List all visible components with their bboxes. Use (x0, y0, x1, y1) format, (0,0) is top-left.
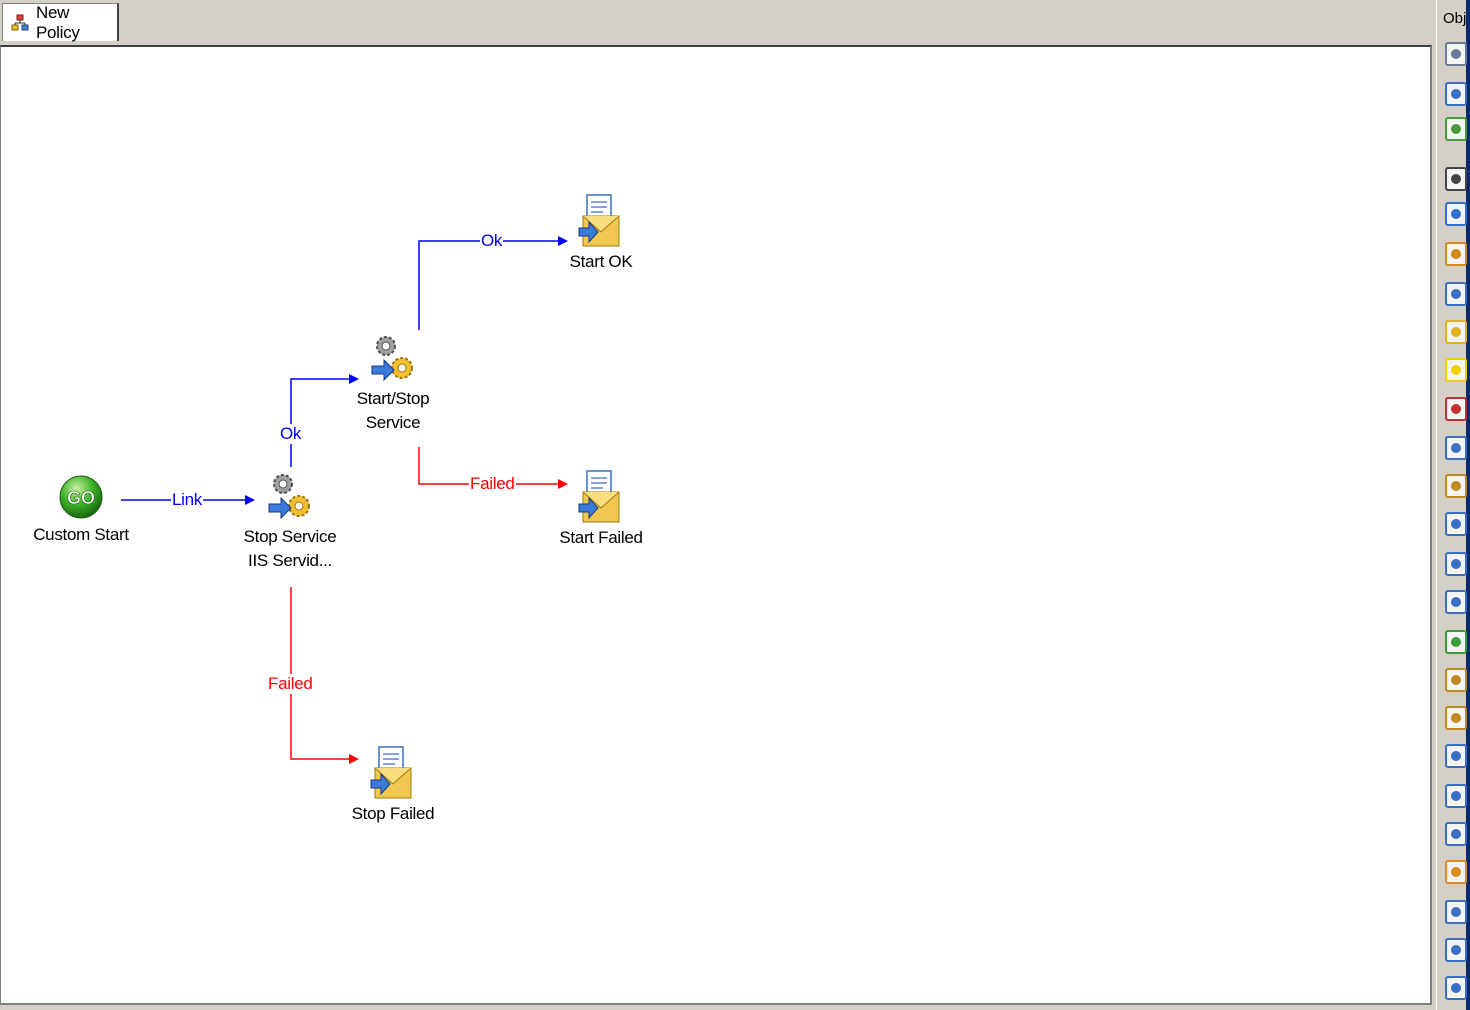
link-startstop-to-ok[interactable] (418, 236, 568, 330)
clipboard-clock-icon[interactable] (1444, 898, 1468, 926)
node-start-failed[interactable]: Start Failed (551, 468, 651, 550)
node-start-stop-service[interactable]: Start/Stop Service (338, 329, 448, 435)
service-gears-icon (268, 474, 310, 520)
book-icon[interactable] (1444, 510, 1468, 538)
clipboard-icon[interactable] (1444, 742, 1468, 770)
node-start-ok[interactable]: Start OK (551, 192, 651, 274)
document-search-icon[interactable] (1444, 434, 1468, 462)
link-label-ok: Ok (279, 424, 303, 444)
email-document-icon (578, 194, 620, 247)
briefcase-icon[interactable] (1444, 472, 1468, 500)
tab-new-policy[interactable]: New Policy (2, 2, 119, 42)
document-arrow-icon[interactable] (1444, 280, 1468, 308)
node-custom-start[interactable]: GO Custom Start (31, 467, 131, 547)
tools-icon[interactable] (1444, 40, 1468, 68)
link-label-failed: Failed (469, 474, 516, 494)
gear-icon[interactable] (1444, 974, 1468, 1002)
warning-icon[interactable] (1444, 356, 1468, 384)
node-stop-service[interactable]: Stop Service IIS Servid... (235, 467, 345, 573)
clipboard-tag-icon[interactable] (1444, 858, 1468, 886)
email-delete-icon[interactable] (1444, 80, 1468, 108)
node-label: Custom Start (33, 525, 129, 544)
node-label: Start OK (569, 252, 633, 271)
node-stop-failed[interactable]: Stop Failed (343, 744, 443, 826)
toolbox-icon[interactable] (1444, 395, 1468, 423)
briefcase-icon[interactable] (1444, 704, 1468, 732)
clipboard-shield-icon[interactable] (1444, 820, 1468, 848)
window-icon[interactable] (1444, 200, 1468, 228)
briefcase-icon[interactable] (1444, 666, 1468, 694)
policy-icon (11, 14, 29, 30)
node-label: Start/Stop Service (356, 389, 430, 432)
go-icon: GO (59, 475, 103, 519)
refresh-icon[interactable] (1444, 628, 1468, 656)
copy-icon[interactable] (1444, 588, 1468, 616)
link-lines (121, 236, 568, 764)
pause-icon[interactable] (1444, 165, 1468, 193)
svg-text:GO: GO (67, 488, 95, 508)
objects-panel: Obj (1436, 0, 1470, 1010)
link-label-link: Link (171, 490, 203, 510)
email-icon[interactable] (1444, 318, 1468, 346)
tab-label: New Policy (35, 2, 80, 42)
link-label-failed: Failed (267, 674, 314, 694)
node-label: Start Failed (559, 528, 643, 547)
node-label: Stop Service IIS Servid... (243, 527, 337, 570)
clipboard-icon[interactable] (1444, 782, 1468, 810)
pie-chart-icon[interactable] (1444, 240, 1468, 268)
service-gears-icon (371, 336, 413, 382)
link-label-ok: Ok (480, 231, 504, 251)
link-stop-to-stopfailed[interactable] (290, 587, 359, 764)
document-tab-bar: New Policy (0, 0, 1436, 46)
workflow-canvas[interactable]: Link Ok Failed Ok Failed GO Custom Start (0, 45, 1432, 1005)
email-document-icon (370, 746, 412, 799)
network-icon[interactable] (1444, 115, 1468, 143)
clipboard-icon[interactable] (1444, 936, 1468, 964)
email-document-icon (578, 470, 620, 523)
chart-doc-icon[interactable] (1444, 550, 1468, 578)
node-label: Stop Failed (351, 804, 435, 823)
